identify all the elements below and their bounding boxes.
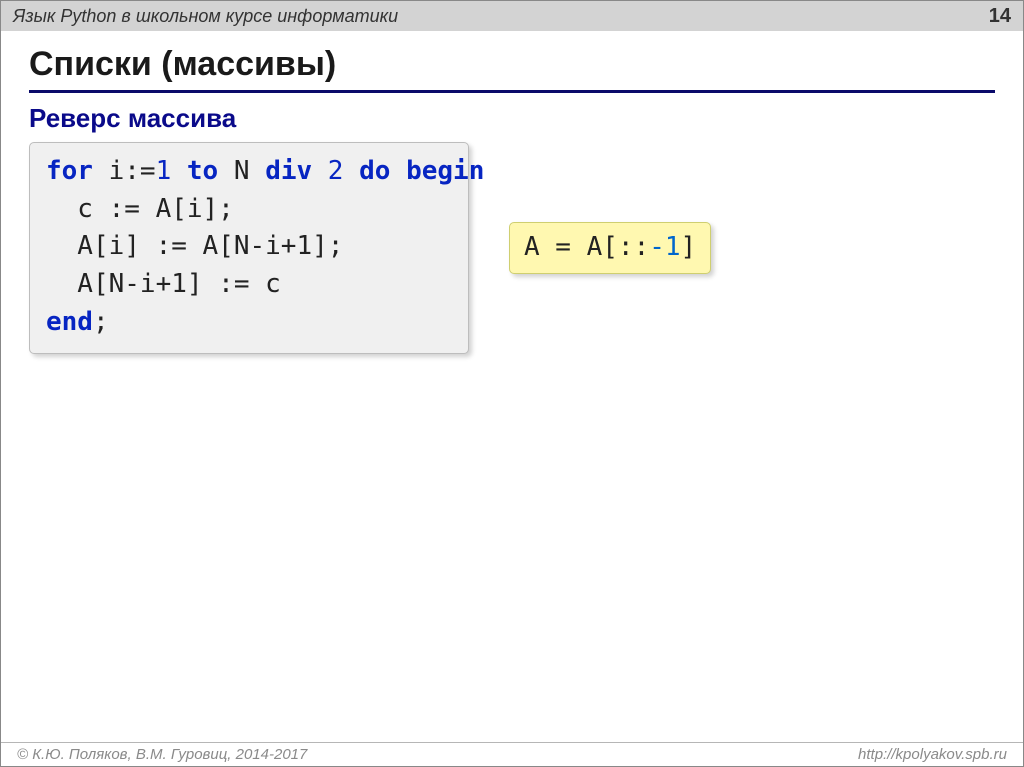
pascal-kw-for: for (46, 156, 93, 186)
pascal-line3: A[i] := A[N-i+1]; (46, 231, 343, 261)
pascal-line4: A[N-i+1] := c (46, 269, 281, 299)
pascal-ieq: i:= (93, 156, 156, 186)
slide-title: Списки (массивы) (29, 45, 995, 84)
page-number: 14 (989, 5, 1011, 28)
course-title: Язык Python в школьном курсе информатики (13, 6, 398, 27)
python-rhs: ] (681, 232, 697, 262)
pascal-n: N (218, 156, 265, 186)
slide: Язык Python в школьном курсе информатики… (0, 0, 1024, 767)
footer-url: http://kpolyakov.spb.ru (858, 746, 1007, 763)
python-lhs: A = A[:: (524, 232, 649, 262)
pascal-kw-div: div (265, 156, 312, 186)
pascal-kw-begin: begin (390, 156, 484, 186)
title-divider (29, 90, 995, 93)
footer: © К.Ю. Поляков, В.М. Гуровиц, 2014-2017 … (1, 742, 1023, 766)
pascal-code-box: for i:=1 to N div 2 do begin c := A[i]; … (29, 142, 469, 354)
pascal-kw-end: end (46, 307, 93, 337)
pascal-one: 1 (156, 156, 172, 186)
python-neg1: -1 (649, 232, 680, 262)
pascal-semi: ; (93, 307, 109, 337)
footer-copyright: © К.Ю. Поляков, В.М. Гуровиц, 2014-2017 (17, 746, 307, 763)
pascal-two: 2 (312, 156, 343, 186)
code-row: for i:=1 to N div 2 do begin c := A[i]; … (29, 142, 995, 354)
pascal-kw-to: to (171, 156, 218, 186)
content-area: Списки (массивы) Реверс массива for i:=1… (1, 31, 1023, 354)
pascal-line2: c := A[i]; (46, 194, 234, 224)
slide-subtitle: Реверс массива (29, 103, 995, 134)
topbar: Язык Python в школьном курсе информатики… (1, 1, 1023, 31)
pascal-kw-do: do (343, 156, 390, 186)
python-code-box: A = A[::-1] (509, 222, 711, 274)
